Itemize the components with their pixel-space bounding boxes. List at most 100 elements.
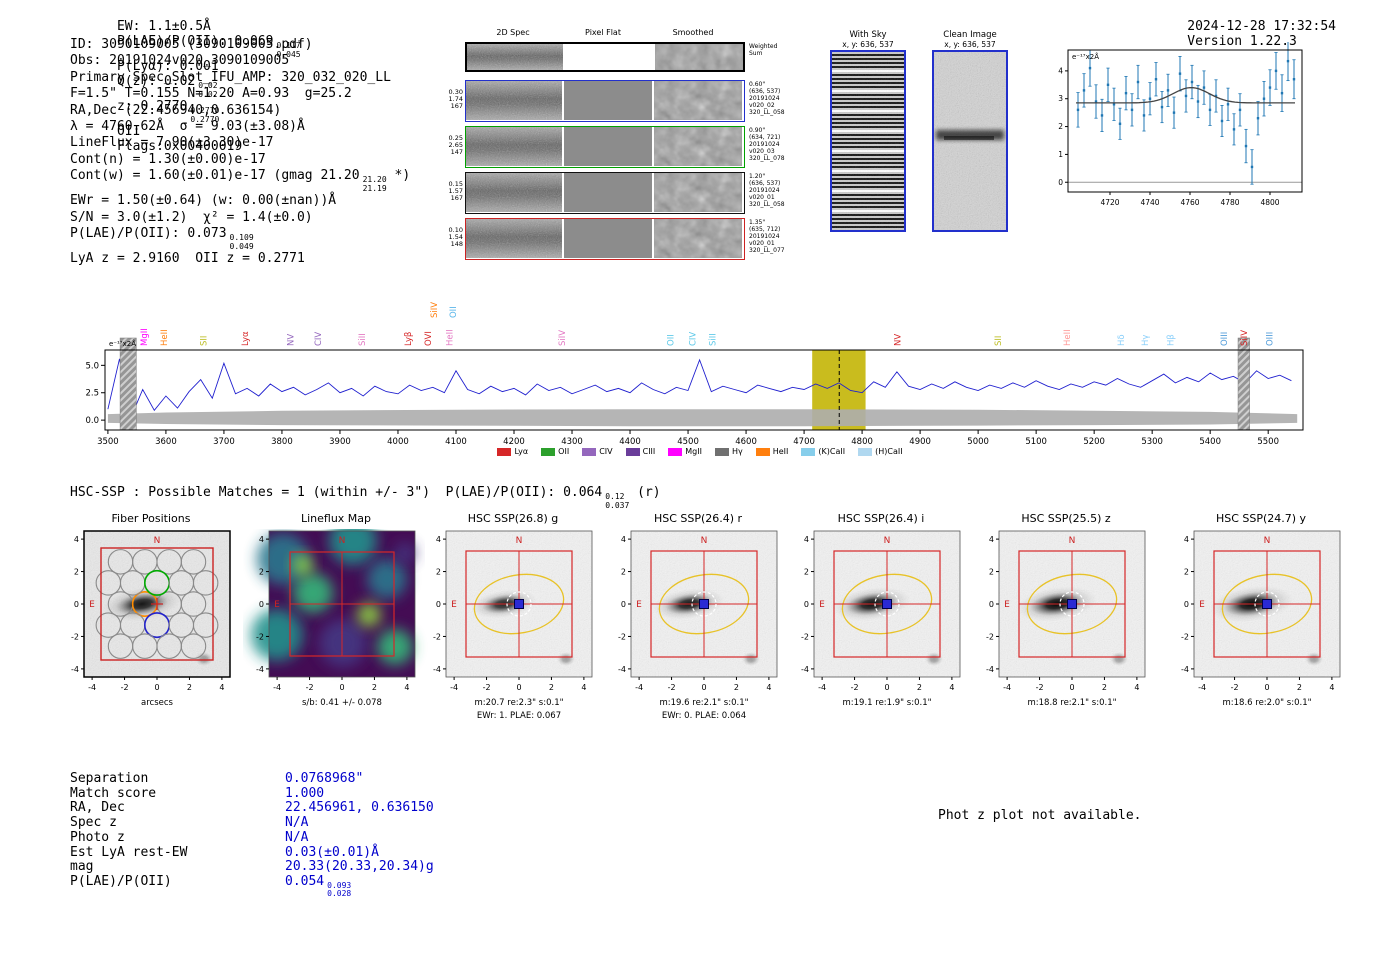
uncertainty-stack: 0.109 0.049	[229, 233, 254, 251]
withsky-coords: x, y: 636, 537	[842, 40, 894, 49]
svg-text:-4: -4	[618, 665, 626, 674]
svg-text:SiIV: SiIV	[558, 330, 568, 346]
cutout-caption: m:19.6 re:2.1" s:0.1"	[659, 698, 749, 708]
svg-text:-2: -2	[71, 632, 79, 641]
svg-text:4200: 4200	[503, 437, 525, 447]
spec2d-row-id: 0.60" (636, 537) 20191024 v020_02 320_LL_058	[749, 81, 785, 116]
svg-text:4740: 4740	[1140, 198, 1159, 207]
svg-text:e⁻¹⁷x2Å: e⁻¹⁷x2Å	[1072, 52, 1099, 61]
svg-text:4000: 4000	[387, 437, 409, 447]
cutout-image: N E -4 -4 -2 -2 0 0 2 2 4 4	[71, 530, 231, 692]
svg-text:2: 2	[74, 568, 79, 577]
spec2d-row-id: 0.90" (634, 721) 20191024 v020_03 320_LL_078	[749, 127, 785, 162]
svg-text:5200: 5200	[1083, 437, 1105, 447]
cutout-image: N E -4 -4 -2 -2 0 0 2 2 4 4	[801, 530, 961, 692]
svg-text:N: N	[154, 536, 161, 546]
svg-text:4: 4	[1058, 66, 1063, 75]
info-line: Obs: 20191024v020_3090109005	[70, 53, 290, 69]
legend-swatch	[755, 447, 770, 456]
legend-label: HeII	[772, 447, 789, 456]
legend-item: HeII	[755, 447, 789, 456]
info-line: EWr = 1.50(±0.64) (w: 0.00(±nan))Å	[70, 193, 337, 209]
uncertainty-stack: 0.093 0.028	[327, 880, 352, 899]
info-line: S/N = 3.0(±1.2) χ² = 1.4(±0.0)	[70, 209, 313, 225]
spec2d-col-title: 2D Spec	[496, 28, 530, 37]
svg-text:0: 0	[259, 600, 264, 609]
svg-text:-2: -2	[483, 683, 491, 692]
svg-text:5000: 5000	[967, 437, 989, 447]
svg-text:Hγ: Hγ	[1141, 335, 1151, 346]
match-row-value: 22.456961, 0.636150	[285, 800, 434, 816]
cutout-title: HSC SSP(25.5) z	[1021, 512, 1111, 525]
svg-text:4: 4	[219, 683, 224, 692]
svg-text:SII: SII	[200, 336, 210, 346]
svg-text:-2: -2	[1181, 632, 1189, 641]
spec2d-weighted-label: Weighted Sum	[749, 43, 778, 57]
spec2d-row-image	[466, 173, 742, 212]
svg-text:SiIV: SiIV	[1240, 330, 1250, 346]
svg-text:OIII: OIII	[1220, 332, 1230, 346]
cutout-title: HSC SSP(24.7) y	[1215, 512, 1307, 525]
spectrum-legend: Lyα OII CIV CIII MgII Hγ HeII (K)CaII (H)CaII	[85, 447, 1315, 456]
match-row-label: Separation	[70, 771, 149, 786]
svg-text:4: 4	[581, 683, 586, 692]
svg-text:3600: 3600	[155, 437, 177, 447]
match-row-label: Photo z	[70, 829, 125, 845]
withsky-panel: With Sky x, y: 636, 537	[826, 30, 910, 232]
svg-text:5.0: 5.0	[85, 361, 99, 371]
svg-text:4900: 4900	[909, 437, 931, 447]
cutout-panel-img-3: HSC SSP(26.4) r N E -4 -4 -2 -2 0 0 2 2 4 4 m:19.6 re…	[605, 512, 791, 721]
svg-text:E: E	[274, 600, 280, 610]
withsky-image-frame	[830, 50, 906, 232]
svg-text:0: 0	[621, 600, 626, 609]
svg-text:4720: 4720	[1100, 198, 1119, 207]
cutout-panel-img-6: HSC SSP(24.7) y N E -4 -4 -2 -2 0 0 2 2 4 4 m:18.6 re…	[1168, 512, 1354, 708]
cutout-image: N E -4 -4 -2 -2 0 0 2 2 4 4	[433, 530, 593, 692]
svg-text:SiIV: SiIV	[430, 302, 440, 318]
uncertainty-stack: 21.20 21.19	[362, 175, 387, 193]
match-row: RA, Dec 22.456961, 0.636150	[70, 801, 434, 816]
info-line: LineFlux = 7.90(±3.30)e-17	[70, 135, 274, 151]
svg-text:5400: 5400	[1199, 437, 1221, 447]
svg-text:-4: -4	[450, 683, 458, 692]
svg-text:0: 0	[516, 683, 521, 692]
report-datetime: 2024-12-28 17:32:54	[1187, 19, 1336, 34]
match-row: Est LyA rest-EW 0.03(±0.01)Å	[70, 844, 434, 861]
svg-text:-2: -2	[121, 683, 129, 692]
svg-text:2: 2	[259, 568, 264, 577]
withsky-image	[832, 52, 904, 230]
svg-text:E: E	[1199, 600, 1205, 610]
spec2d-row	[465, 218, 745, 260]
svg-text:4780: 4780	[1220, 198, 1239, 207]
svg-text:2: 2	[187, 683, 192, 692]
legend-swatch	[714, 447, 729, 456]
svg-text:4: 4	[436, 535, 441, 544]
spec2d-row-weights: 0.10 1.54 148	[448, 226, 463, 249]
hsc-match-line: HSC-SSP : Possible Matches = 1 (within +…	[70, 485, 661, 510]
cleanimage-coords: x, y: 636, 537	[944, 40, 996, 49]
svg-text:2: 2	[1102, 683, 1107, 692]
cutout-panel-img-5: HSC SSP(25.5) z N E -4 -4 -2 -2 0 0 2 2 4 4 m:18.8 re…	[973, 512, 1159, 708]
svg-text:NV: NV	[287, 334, 297, 346]
legend-swatch	[668, 447, 683, 456]
spec2d-row-weights: 0.30 1.74 167	[448, 88, 463, 111]
svg-text:-4: -4	[273, 683, 281, 692]
spec2d-col-title: Pixel Flat	[585, 28, 621, 37]
svg-text:3500: 3500	[97, 437, 119, 447]
legend-label: MgII	[685, 447, 702, 456]
match-row: Spec z N/A	[70, 815, 434, 831]
svg-text:E: E	[819, 600, 825, 610]
svg-text:4: 4	[1329, 683, 1334, 692]
legend-swatch	[497, 447, 512, 456]
spec2d-row	[465, 172, 745, 214]
match-row-value: 0.03(±0.01)Å	[285, 844, 379, 860]
cleanimage-image	[934, 52, 1006, 230]
info-line: LyA z = 2.9160 OII z = 0.2771	[70, 251, 305, 267]
legend-item: MgII	[668, 447, 702, 456]
svg-text:2: 2	[1184, 568, 1189, 577]
match-row-label: mag	[70, 859, 94, 875]
spec2d-row-id: 1.35" (635, 712) 20191024 v020_01 320_LL_077	[749, 219, 785, 254]
legend-item: Lyα	[497, 447, 528, 456]
legend-item: (H)CaII	[858, 447, 903, 456]
spec2d-row-image	[466, 219, 742, 258]
